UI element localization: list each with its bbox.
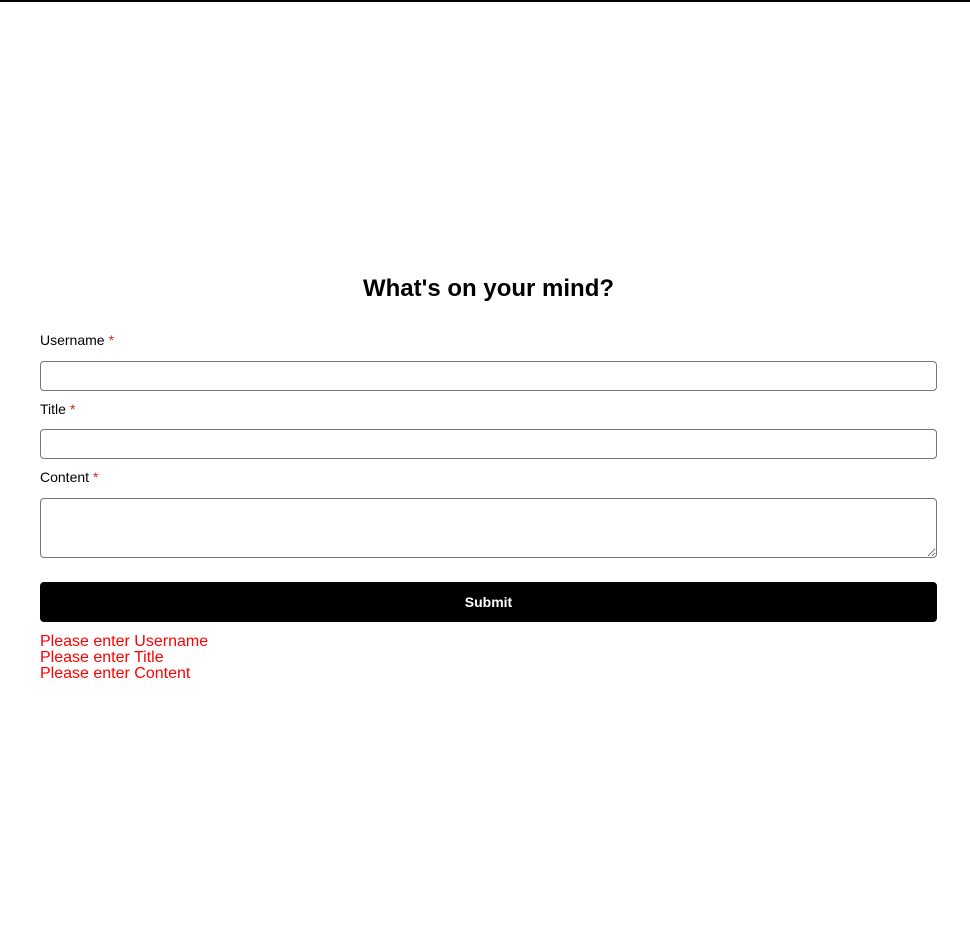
top-border bbox=[0, 0, 970, 2]
error-list: Please enter Username Please enter Title… bbox=[40, 634, 937, 682]
title-label-text: Title bbox=[40, 401, 66, 417]
content-label-text: Content bbox=[40, 469, 90, 485]
required-asterisk: * bbox=[108, 332, 115, 348]
required-asterisk: * bbox=[93, 469, 99, 485]
title-input[interactable] bbox=[40, 429, 937, 459]
username-label-text: Username bbox=[40, 332, 105, 348]
required-asterisk: * bbox=[69, 401, 76, 417]
content-label: Content * bbox=[40, 469, 937, 485]
username-input[interactable] bbox=[40, 361, 937, 391]
error-message-title: Please enter Title bbox=[40, 649, 164, 666]
form-title: What's on your mind? bbox=[362, 275, 615, 302]
content-textarea[interactable] bbox=[40, 498, 937, 558]
username-label: Username * bbox=[40, 332, 937, 348]
title-label: Title * bbox=[40, 401, 937, 417]
error-message-username: Please enter Username bbox=[40, 633, 209, 650]
error-message-content: Please enter Content bbox=[40, 665, 191, 682]
post-form: What's on your mind? Username * Title * Co… bbox=[40, 275, 937, 682]
submit-button[interactable]: Submit bbox=[40, 582, 937, 622]
